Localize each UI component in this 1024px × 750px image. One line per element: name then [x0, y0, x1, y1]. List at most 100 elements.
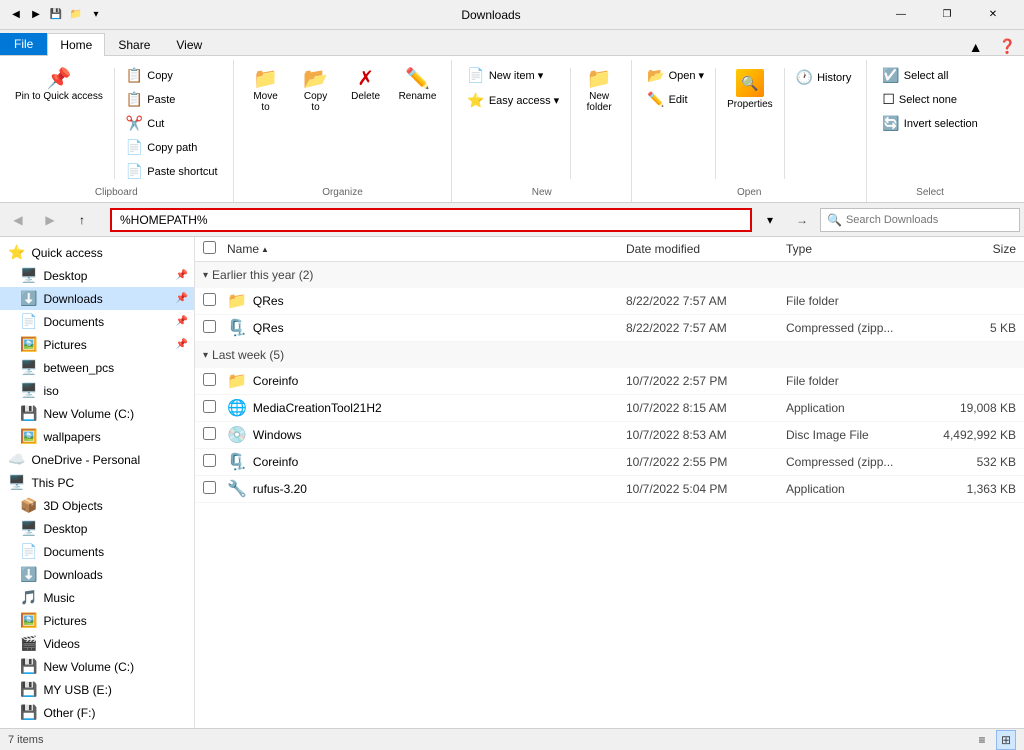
open-button[interactable]: 📂 Open ▾ [640, 64, 711, 87]
row-checkbox[interactable] [203, 427, 216, 440]
new-label: New [532, 187, 552, 198]
tab-view[interactable]: View [163, 33, 215, 56]
sidebar-item-other-f[interactable]: 💾 Other (F:) [0, 701, 194, 724]
sidebar-item-this-pc[interactable]: 🖥️ This PC [0, 471, 194, 494]
col-header-name[interactable]: Name ▲ [227, 242, 626, 256]
group-earlier-this-year[interactable]: ▾ Earlier this year (2) [195, 262, 1024, 288]
pin-to-quick-access-button[interactable]: 📌 Pin to Quick access [8, 64, 110, 108]
tab-share[interactable]: Share [105, 33, 163, 56]
rename-button[interactable]: ✏️ Rename [392, 64, 444, 107]
select-all-checkbox[interactable] [203, 241, 216, 254]
select-content: ☑️ Select all ☐ Select none 🔄 Invert sel… [875, 64, 984, 183]
sidebar-item-music[interactable]: 🎵 Music [0, 586, 194, 609]
easy-access-button[interactable]: ⭐ Easy access ▾ [460, 89, 566, 112]
address-dropdown-button[interactable]: ▾ [756, 206, 784, 234]
row-checkbox[interactable] [203, 320, 216, 333]
sidebar-item-between-pcs[interactable]: 🖥️ between_pcs [0, 356, 194, 379]
row-checkbox[interactable] [203, 454, 216, 467]
forward-nav-button[interactable]: ▶ [36, 206, 64, 234]
sidebar-item-wallpapers[interactable]: 🖼️ wallpapers [0, 425, 194, 448]
sidebar-item-desktop-qa[interactable]: 🖥️ Desktop 📌 [0, 264, 194, 287]
sidebar-item-label: Documents [43, 315, 104, 329]
back-button[interactable]: ◀ [4, 206, 32, 234]
group-last-week[interactable]: ▾ Last week (5) [195, 342, 1024, 368]
tab-file[interactable]: File [0, 33, 47, 55]
table-row[interactable]: 🗜️ Coreinfo 10/7/2022 2:55 PM Compressed… [195, 449, 1024, 476]
sidebar-item-quick-access[interactable]: ⭐ Quick access [0, 241, 194, 264]
copy-button[interactable]: 📋 Copy [119, 64, 225, 87]
sidebar-item-3d-objects[interactable]: 📦 3D Objects [0, 494, 194, 517]
table-row[interactable]: 📁 QRes 8/22/2022 7:57 AM File folder [195, 288, 1024, 315]
navigate-button[interactable]: → [788, 206, 816, 234]
sidebar-item-videos[interactable]: 🎬 Videos [0, 632, 194, 655]
col-header-type[interactable]: Type [786, 242, 916, 256]
move-to-button[interactable]: 📁 Moveto [242, 64, 290, 118]
file-checkbox[interactable] [203, 373, 227, 389]
table-row[interactable]: 🔧 rufus-3.20 10/7/2022 5:04 PM Applicati… [195, 476, 1024, 503]
ribbon-expand[interactable]: ▲ [961, 39, 991, 55]
header-checkbox[interactable] [203, 241, 227, 257]
group-label-earlier: Earlier this year (2) [212, 268, 313, 282]
search-input[interactable] [846, 214, 1013, 226]
sidebar-item-label: New Volume (C:) [43, 660, 134, 674]
minimize-button[interactable]: — [878, 0, 924, 30]
new-folder-button[interactable]: 📁 Newfolder [575, 64, 623, 118]
paste-shortcut-button[interactable]: 📄 Paste shortcut [119, 160, 225, 183]
row-checkbox[interactable] [203, 400, 216, 413]
title-bar: ◀ ▶ 💾 📁 ▾ Downloads — ❐ ✕ [0, 0, 1024, 30]
sidebar-item-desktop-pc[interactable]: 🖥️ Desktop [0, 517, 194, 540]
sidebar-item-pictures-pc[interactable]: 🖼️ Pictures [0, 609, 194, 632]
cut-button[interactable]: ✂️ Cut [119, 112, 225, 135]
table-row[interactable]: 💿 Windows 10/7/2022 8:53 AM Disc Image F… [195, 422, 1024, 449]
table-row[interactable]: 🌐 MediaCreationTool21H2 10/7/2022 8:15 A… [195, 395, 1024, 422]
col-header-date[interactable]: Date modified [626, 242, 786, 256]
address-input[interactable] [110, 208, 752, 232]
copy-to-button[interactable]: 📂 Copyto [292, 64, 340, 118]
sidebar-item-documents-pc[interactable]: 📄 Documents [0, 540, 194, 563]
history-button[interactable]: 🕐 History [789, 66, 859, 89]
paste-button[interactable]: 📋 Paste [119, 88, 225, 111]
help-button[interactable]: ❓ [991, 38, 1024, 55]
file-checkbox[interactable] [203, 481, 227, 497]
view-large-button[interactable]: ⊞ [996, 730, 1016, 750]
properties-button[interactable]: 🔍 Properties [720, 64, 780, 115]
dropdown-icon[interactable]: ▾ [88, 7, 104, 23]
row-checkbox[interactable] [203, 373, 216, 386]
copy-path-button[interactable]: 📄 Copy path [119, 136, 225, 159]
zip-icon: 🗜️ [227, 452, 247, 472]
edit-button[interactable]: ✏️ Edit [640, 88, 711, 111]
col-header-size[interactable]: Size [916, 242, 1016, 256]
sidebar-item-my-usb[interactable]: 💾 MY USB (E:) [0, 678, 194, 701]
sidebar-item-new-volume-c2[interactable]: 💾 New Volume (C:) [0, 655, 194, 678]
file-checkbox[interactable] [203, 454, 227, 470]
table-row[interactable]: 🗜️ QRes 8/22/2022 7:57 AM Compressed (zi… [195, 315, 1024, 342]
sidebar-item-pictures-qa[interactable]: 🖼️ Pictures 📌 [0, 333, 194, 356]
file-checkbox[interactable] [203, 400, 227, 416]
sidebar-item-downloads-qa[interactable]: ⬇️ Downloads 📌 [0, 287, 194, 310]
select-none-button[interactable]: ☐ Select none [875, 88, 984, 111]
new-item-button[interactable]: 📄 New item ▾ [460, 64, 566, 87]
sidebar-item-documents-qa[interactable]: 📄 Documents 📌 [0, 310, 194, 333]
sidebar-item-downloads-pc[interactable]: ⬇️ Downloads [0, 563, 194, 586]
row-checkbox[interactable] [203, 293, 216, 306]
close-button[interactable]: ✕ [970, 0, 1016, 30]
file-checkbox[interactable] [203, 320, 227, 336]
delete-button[interactable]: ✗ Delete [342, 64, 390, 107]
restore-button[interactable]: ❐ [924, 0, 970, 30]
sidebar-item-label: Documents [43, 545, 104, 559]
wallpapers-icon: 🖼️ [20, 428, 37, 445]
row-checkbox[interactable] [203, 481, 216, 494]
view-details-button[interactable]: ≡ [972, 730, 992, 750]
sidebar-item-onedrive[interactable]: ☁️ OneDrive - Personal [0, 448, 194, 471]
sidebar-item-new-volume[interactable]: 💾 New Volume (C:) [0, 402, 194, 425]
table-row[interactable]: 📁 Coreinfo 10/7/2022 2:57 PM File folder [195, 368, 1024, 395]
select-all-button[interactable]: ☑️ Select all [875, 64, 984, 87]
open-label: Open [737, 187, 761, 198]
up-button[interactable]: ↑ [68, 206, 96, 234]
file-checkbox[interactable] [203, 293, 227, 309]
invert-selection-button[interactable]: 🔄 Invert selection [875, 112, 984, 135]
file-area: Name ▲ Date modified Type Size ▾ Earlier… [195, 237, 1024, 728]
sidebar-item-iso[interactable]: 🖥️ iso [0, 379, 194, 402]
file-checkbox[interactable] [203, 427, 227, 443]
tab-home[interactable]: Home [47, 33, 105, 56]
